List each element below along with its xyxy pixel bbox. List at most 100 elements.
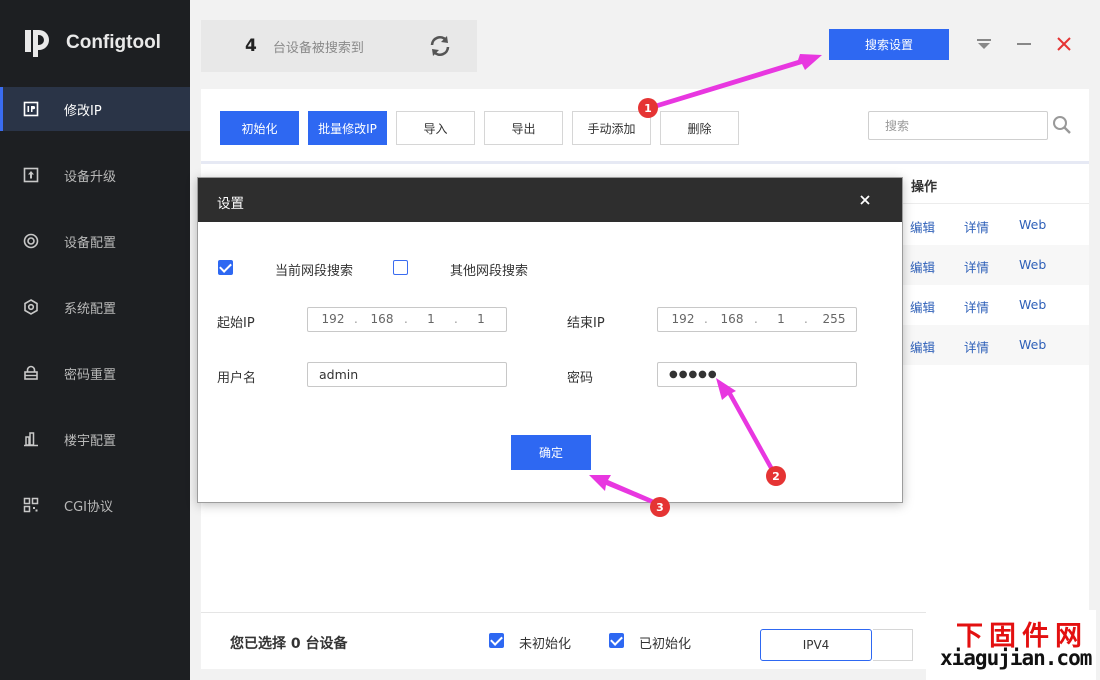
device-config-icon	[22, 232, 40, 250]
ip-separator: .	[704, 312, 708, 326]
ip-separator: .	[404, 312, 408, 326]
ip-octet: 1	[427, 312, 435, 326]
sidebar-item-label: 楼宇配置	[64, 433, 117, 449]
edit-link[interactable]: 编辑	[910, 337, 935, 356]
step-badge-1: 1	[638, 98, 658, 118]
dialog-close-icon[interactable]	[858, 193, 872, 207]
watermark-en-text: xiagujian.com	[940, 646, 1092, 670]
ip-octet: 168	[370, 312, 394, 326]
start-ip-field[interactable]: 192 . 168 . 1 . 1	[307, 307, 507, 332]
other-segment-label: 其他网段搜索	[450, 264, 529, 279]
ip-separator: .	[754, 312, 758, 326]
sidebar-item-label: 设备升级	[64, 169, 117, 185]
selected-count: 0	[290, 636, 301, 652]
upgrade-icon	[22, 166, 40, 184]
sidebar-item-device-config[interactable]: 设备配置	[0, 219, 190, 263]
initialized-filter-checkbox[interactable]	[609, 633, 624, 648]
sidebar-item-label: 修改IP	[64, 103, 102, 119]
ip-octet: 192	[321, 312, 345, 326]
detail-link[interactable]: 详情	[964, 297, 989, 316]
batch-modify-ip-button[interactable]: 批量修改IP	[308, 111, 387, 145]
password-reset-icon	[22, 364, 40, 382]
uninitialized-filter-label: 未初始化	[519, 637, 572, 652]
operation-column-header: 操作	[911, 180, 938, 195]
other-segment-checkbox[interactable]	[393, 260, 408, 275]
app-logo: Configtool	[22, 26, 161, 60]
menu-dropdown-icon[interactable]	[976, 36, 992, 52]
search-input[interactable]: 搜索	[868, 111, 1048, 140]
site-watermark: 下固件网 xiagujian.com	[926, 610, 1096, 680]
sidebar-item-label: 系统配置	[64, 301, 117, 317]
ip-octet: 255	[822, 312, 846, 326]
sidebar: Configtool 修改IP 设备升级 设备配置 系统配置 密码重置 楼宇配置…	[0, 0, 190, 680]
selected-count-text: 您已选择 0 台设备	[230, 633, 348, 653]
sidebar-item-label: 设备配置	[64, 235, 117, 251]
ipv6-tab[interactable]	[873, 629, 913, 661]
end-ip-label: 结束IP	[567, 316, 605, 331]
username-label: 用户名	[217, 371, 257, 386]
system-config-icon	[22, 298, 40, 316]
edit-link[interactable]: 编辑	[910, 257, 935, 276]
detail-link[interactable]: 详情	[964, 337, 989, 356]
building-config-icon	[22, 430, 40, 448]
password-label: 密码	[567, 371, 594, 386]
sidebar-item-password-reset[interactable]: 密码重置	[0, 351, 190, 395]
ip-octet: 1	[777, 312, 785, 326]
device-count-box: 4 台设备被搜索到	[201, 20, 477, 72]
step-badge-2: 2	[766, 466, 786, 486]
import-button[interactable]: 导入	[396, 111, 475, 145]
web-link[interactable]: Web	[1019, 257, 1046, 272]
sidebar-nav: 修改IP 设备升级 设备配置 系统配置 密码重置 楼宇配置 CGI协议	[0, 87, 190, 549]
ip-separator: .	[804, 312, 808, 326]
web-link[interactable]: Web	[1019, 297, 1046, 312]
dialog-title: 设置	[217, 196, 244, 212]
confirm-button[interactable]: 确定	[511, 435, 591, 470]
ip-octet: 1	[477, 312, 485, 326]
sidebar-item-upgrade[interactable]: 设备升级	[0, 153, 190, 197]
initialized-filter-label: 已初始化	[639, 637, 692, 652]
sidebar-item-cgi[interactable]: CGI协议	[0, 483, 190, 527]
web-link[interactable]: Web	[1019, 217, 1046, 232]
search-settings-button[interactable]: 搜索设置	[829, 29, 949, 60]
search-icon[interactable]	[1051, 114, 1073, 136]
minimize-icon[interactable]	[1016, 36, 1032, 52]
selected-prefix: 您已选择	[230, 636, 286, 652]
ip-icon	[22, 100, 40, 118]
selected-suffix: 台设备	[305, 636, 348, 652]
refresh-icon[interactable]	[427, 33, 453, 59]
detail-link[interactable]: 详情	[964, 217, 989, 236]
export-button[interactable]: 导出	[484, 111, 563, 145]
username-field[interactable]: admin	[307, 362, 507, 387]
device-count-label: 台设备被搜索到	[272, 40, 364, 56]
uninitialized-filter-checkbox[interactable]	[489, 633, 504, 648]
sidebar-item-building-config[interactable]: 楼宇配置	[0, 417, 190, 461]
start-ip-label: 起始IP	[217, 316, 255, 331]
dialog-header: 设置	[198, 178, 902, 222]
ip-octet: 168	[720, 312, 744, 326]
current-segment-checkbox[interactable]	[218, 260, 233, 275]
ip-octet: 192	[671, 312, 695, 326]
manual-add-button[interactable]: 手动添加	[572, 111, 651, 145]
edit-link[interactable]: 编辑	[910, 217, 935, 236]
ip-separator: .	[454, 312, 458, 326]
logo-icon	[22, 26, 56, 60]
cgi-icon	[22, 496, 40, 514]
settings-dialog: 设置 当前网段搜索 其他网段搜索 起始IP 192 . 168 . 1 . 1 …	[197, 177, 903, 503]
sidebar-item-modify-ip[interactable]: 修改IP	[0, 87, 190, 131]
init-button[interactable]: 初始化	[220, 111, 299, 145]
sidebar-item-label: 密码重置	[64, 367, 117, 383]
detail-link[interactable]: 详情	[964, 257, 989, 276]
end-ip-field[interactable]: 192 . 168 . 1 . 255	[657, 307, 857, 332]
password-field[interactable]: ●●●●●	[657, 362, 857, 387]
app-title: Configtool	[66, 32, 161, 53]
ipv4-tab[interactable]: IPV4	[760, 629, 872, 661]
ip-separator: .	[354, 312, 358, 326]
sidebar-item-label: CGI协议	[64, 499, 113, 515]
device-count: 4	[245, 36, 257, 56]
sidebar-item-system-config[interactable]: 系统配置	[0, 285, 190, 329]
edit-link[interactable]: 编辑	[910, 297, 935, 316]
close-icon[interactable]	[1056, 36, 1072, 52]
web-link[interactable]: Web	[1019, 337, 1046, 352]
delete-button[interactable]: 删除	[660, 111, 739, 145]
step-badge-3: 3	[650, 497, 670, 517]
